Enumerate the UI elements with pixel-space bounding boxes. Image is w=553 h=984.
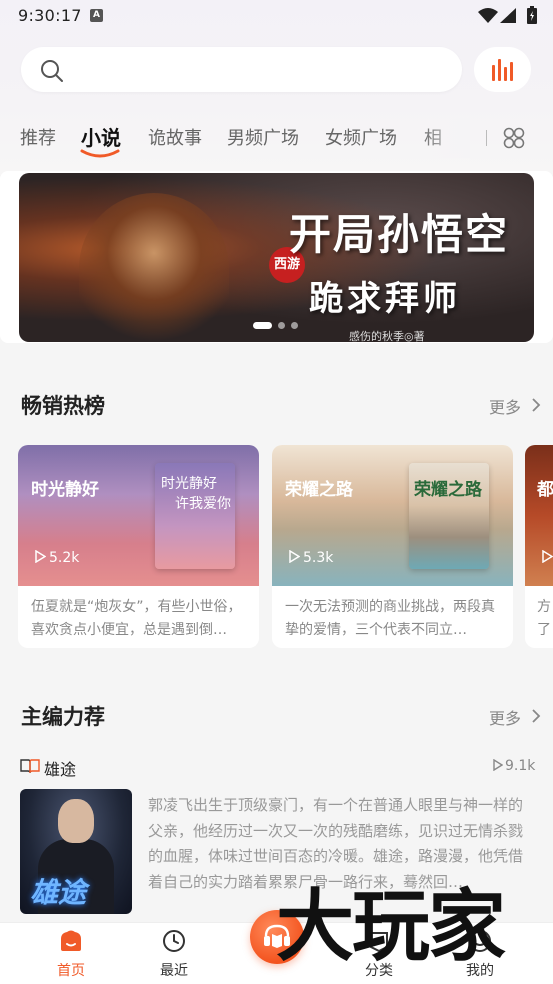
cover-figure-face [58, 799, 94, 843]
pagination-dot[interactable] [278, 322, 285, 329]
pick-book-name[interactable]: 雄途 [44, 756, 76, 780]
search-icon [41, 60, 63, 82]
nav-recent[interactable]: 最近 [144, 929, 204, 980]
banner-author: 感伤的秋季◎著 [349, 330, 425, 342]
card-description: 方了 [537, 599, 551, 638]
pick-plays-value: 9.1k [505, 758, 536, 774]
tab-male-channel[interactable]: 男频广场 [227, 124, 299, 150]
card-title: 时光静好 [31, 480, 99, 500]
notification-icon: A [90, 9, 103, 22]
status-bar: 9:30:17 A [0, 0, 553, 32]
clock-icon [163, 930, 185, 952]
watermark-text: 大玩家 [276, 881, 506, 972]
status-time: 9:30:17 [18, 6, 82, 25]
nav-home[interactable]: 首页 [41, 929, 101, 980]
play-icon [493, 758, 504, 772]
card-plays: 5.2k [35, 549, 80, 566]
play-icon [542, 549, 553, 564]
book-cover: 荣耀之路 [409, 463, 489, 569]
hot-more-link[interactable]: 更多 [489, 394, 521, 418]
banner-title-line2: 跪求拜师 [309, 279, 461, 319]
hot-book-card[interactable]: 都 方了 [525, 445, 553, 648]
battery-icon [527, 6, 537, 24]
book-cover: 时光静好 许我爱你 [155, 463, 235, 569]
play-icon [289, 549, 301, 564]
active-tab-indicator [80, 149, 120, 158]
nav-label: 最近 [160, 963, 188, 979]
tab-recommend[interactable]: 推荐 [20, 124, 56, 150]
category-tabs: 推荐 小说 诡故事 男频广场 女频广场 相 [0, 118, 470, 158]
cover-text: 荣耀之路 [414, 480, 482, 500]
tabs-fade [420, 118, 470, 158]
hot-list-title: 畅销热榜 [21, 394, 105, 418]
card-plays-value: 5.2k [49, 550, 80, 566]
pick-book-cover[interactable]: 雄途 [20, 789, 132, 914]
nav-label: 首页 [57, 963, 85, 979]
tabs-divider [486, 130, 487, 146]
ranking-button[interactable] [474, 47, 531, 92]
card-description: 伍夏就是“炮灰女”，有些小世俗，喜欢贪点小便宜，总是遇到倒… [31, 599, 242, 638]
play-icon [35, 549, 47, 564]
search-bar[interactable] [21, 47, 462, 92]
all-categories-icon[interactable] [503, 127, 525, 149]
cover-text: 许我爱你 [175, 496, 231, 512]
card-description: 一次无法预测的商业挑战，两段真挚的爱情，三个代表不同立… [285, 599, 495, 638]
hot-book-card[interactable]: 时光静好 5.2k 时光静好 许我爱你 伍夏就是“炮灰女”，有些小世俗，喜欢贪点… [18, 445, 259, 648]
tab-novel[interactable]: 小说 [81, 122, 121, 151]
home-icon [61, 930, 81, 951]
cover-text: 时光静好 [161, 476, 217, 492]
signal-icon [500, 8, 516, 23]
card-plays-value: 5.3k [303, 550, 334, 566]
pagination-dot[interactable] [291, 322, 298, 329]
editor-more-link[interactable]: 更多 [489, 705, 521, 729]
banner-title-line1: 开局孙悟空 [289, 210, 510, 259]
chevron-right-icon[interactable] [531, 397, 541, 413]
banner-carousel[interactable]: 西游 开局孙悟空 跪求拜师 感伤的秋季◎著 [19, 173, 534, 342]
chevron-right-icon[interactable] [531, 708, 541, 724]
card-plays: 5.3k [289, 549, 334, 566]
card-plays [542, 549, 553, 566]
card-title: 荣耀之路 [285, 480, 353, 500]
search-input[interactable] [77, 47, 447, 92]
pick-book-description: 郭凌飞出生于顶级豪门，有一个在普通人眼里与神一样的父亲，他经历过一次又一次的残酷… [148, 796, 524, 891]
pagination-dot[interactable] [253, 322, 272, 329]
pick-plays: 9.1k [493, 758, 535, 774]
card-title: 都 [537, 480, 553, 500]
tab-ghost-stories[interactable]: 诡故事 [148, 124, 202, 150]
ranking-bars-icon [492, 59, 513, 81]
wifi-icon [478, 8, 498, 23]
hot-book-card[interactable]: 荣耀之路 5.3k 荣耀之路 一次无法预测的商业挑战，两段真挚的爱情，三个代表不… [272, 445, 513, 648]
editor-pick-title: 主编力荐 [21, 705, 105, 729]
open-book-icon [20, 759, 40, 773]
banner-figure [79, 193, 229, 342]
tab-female-channel[interactable]: 女频广场 [325, 124, 397, 150]
cover-title: 雄途 [30, 876, 87, 909]
